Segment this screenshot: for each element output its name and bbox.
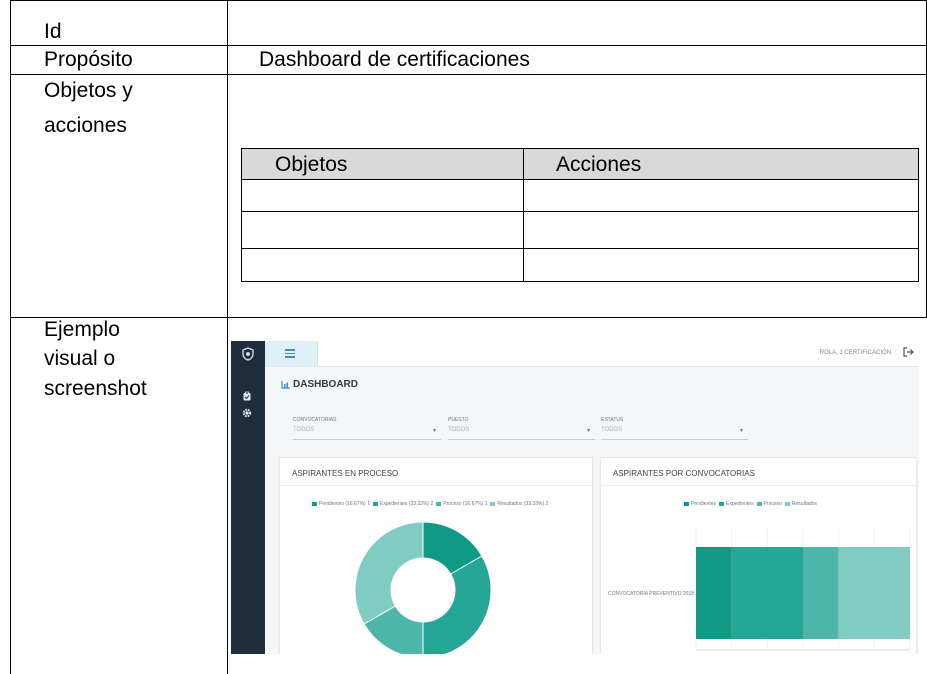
row-label-objetos-line2: acciones <box>44 114 127 137</box>
page-title: DASHBOARD <box>293 379 358 390</box>
card-title: ASPIRANTES EN PROCESO <box>292 469 399 478</box>
chevron-down-icon: ▾ <box>433 428 437 434</box>
legend-label: Expedientes (33.33%) 2 <box>379 501 434 507</box>
filter-puesto[interactable]: PUESTO TODOS ▾ <box>448 417 595 440</box>
legend-label: Pendientes <box>691 501 717 507</box>
bar-segment[interactable] <box>696 547 732 639</box>
table-column-divider <box>227 0 228 674</box>
legend-swatch <box>490 501 496 506</box>
card-aspirantes-por-convocatorias: ASPIRANTES POR CONVOCATORIAS Pendientes E… <box>600 457 917 654</box>
filter-label: CONVOCATORIAS <box>293 417 337 423</box>
row-label-objetos-line1: Objetos y <box>44 79 133 102</box>
legend-item[interactable]: Resultados (33.33%) 2 <box>490 501 548 507</box>
proposito-value: Dashboard de certificaciones <box>259 48 530 71</box>
table-row <box>242 180 918 212</box>
legend-item[interactable]: Proceso <box>756 501 782 507</box>
filter-convocatorias[interactable]: CONVOCATORIAS TODOS ▾ <box>293 417 441 440</box>
objects-actions-table: Objetos Acciones <box>241 148 919 282</box>
row-divider-objetos <box>10 317 927 318</box>
legend-item[interactable]: Pendientes <box>684 501 716 507</box>
shield-icon[interactable] <box>241 347 255 361</box>
legend-label: Expedientes <box>726 501 754 507</box>
legend-swatch <box>756 501 762 506</box>
table-border-top <box>10 0 927 1</box>
logout-icon[interactable] <box>903 347 914 357</box>
table-row <box>242 212 918 249</box>
legend-swatch <box>372 501 378 506</box>
donut-slice[interactable] <box>422 555 492 654</box>
legend-item[interactable]: Expedientes (33.33%) 2 <box>372 501 434 507</box>
legend-label: Proceso <box>763 501 782 507</box>
legend-item[interactable]: Proceso (16.67%) 1 <box>436 501 487 507</box>
header-acciones: Acciones <box>556 153 642 176</box>
row-label-ejemplo-line1: Ejemplo <box>44 318 120 341</box>
gear-icon[interactable] <box>242 408 252 418</box>
row-label-id: Id <box>44 20 62 43</box>
chart-icon <box>281 381 290 389</box>
chart-legend: Pendientes (16.67%) 1 Expedientes (33.33%… <box>312 501 551 507</box>
legend-swatch <box>684 501 689 506</box>
legend-label: Resultados <box>791 501 817 507</box>
chart-legend: Pendientes Expedientes Proceso Resultados <box>684 501 820 507</box>
filter-value: TODOS <box>601 427 623 433</box>
chevron-down-icon: ▾ <box>740 428 744 434</box>
row-divider-id <box>10 45 927 46</box>
filter-value: TODOS <box>448 427 470 433</box>
filter-value: TODOS <box>293 427 315 433</box>
objects-actions-header: Objetos Acciones <box>242 149 918 180</box>
filter-label: ESTATUS <box>601 417 624 423</box>
legend-swatch <box>784 501 790 506</box>
header-objetos: Objetos <box>275 153 348 176</box>
row-label-ejemplo-line2: visual o <box>44 347 116 370</box>
row-label-proposito: Propósito <box>44 48 133 71</box>
legend-item[interactable]: Expedientes <box>719 501 754 507</box>
user-role-label: ROLA, 1 CERTIFICACIÓN <box>819 350 891 356</box>
legend-swatch <box>719 501 725 506</box>
legend-swatch <box>312 501 317 506</box>
bar-segment[interactable] <box>731 547 803 639</box>
filter-label: PUESTO <box>448 417 469 423</box>
menu-icon <box>285 349 295 358</box>
app-topbar: ROLA, 1 CERTIFICACIÓN <box>265 341 919 367</box>
legend-label: Pendientes (16.67%) 1 <box>319 501 370 507</box>
row-divider-proposito <box>10 74 927 75</box>
card-aspirantes-en-proceso: ASPIRANTES EN PROCESO Pendientes (16.67%… <box>279 457 593 654</box>
chevron-down-icon: ▾ <box>587 428 591 434</box>
legend-swatch <box>436 501 442 506</box>
bar-segment[interactable] <box>803 547 839 639</box>
legend-label: Proceso (16.67%) 1 <box>443 501 488 507</box>
row-label-ejemplo-line3: screenshot <box>44 377 147 400</box>
menu-toggle-button[interactable] <box>265 341 318 366</box>
legend-label: Resultados (33.33%) 2 <box>497 501 549 507</box>
legend-item[interactable]: Pendientes (16.67%) 1 <box>312 501 370 507</box>
bar-segment[interactable] <box>838 547 910 639</box>
filter-estatus[interactable]: ESTATUS TODOS ▾ <box>601 417 748 440</box>
clipboard-icon[interactable] <box>242 391 252 401</box>
y-category-label: CONVOCATORIA PREVENTIVO 2018 <box>608 591 694 597</box>
stacked-bar-chart: 0 1 2 3 4 5 6CONVOCATORIA PREVENTIVO 2018 <box>608 528 911 651</box>
card-title: ASPIRANTES POR CONVOCATORIAS <box>613 469 755 478</box>
app-sidebar <box>231 341 265 654</box>
dashboard-screenshot: ROLA, 1 CERTIFICACIÓN DASHBOARD CONVOCAT… <box>231 341 919 654</box>
objects-actions-column-divider <box>523 149 524 281</box>
donut-chart <box>354 521 492 654</box>
legend-item[interactable]: Resultados <box>784 501 817 507</box>
table-border-left <box>10 0 11 674</box>
donut-slice[interactable] <box>354 521 424 625</box>
